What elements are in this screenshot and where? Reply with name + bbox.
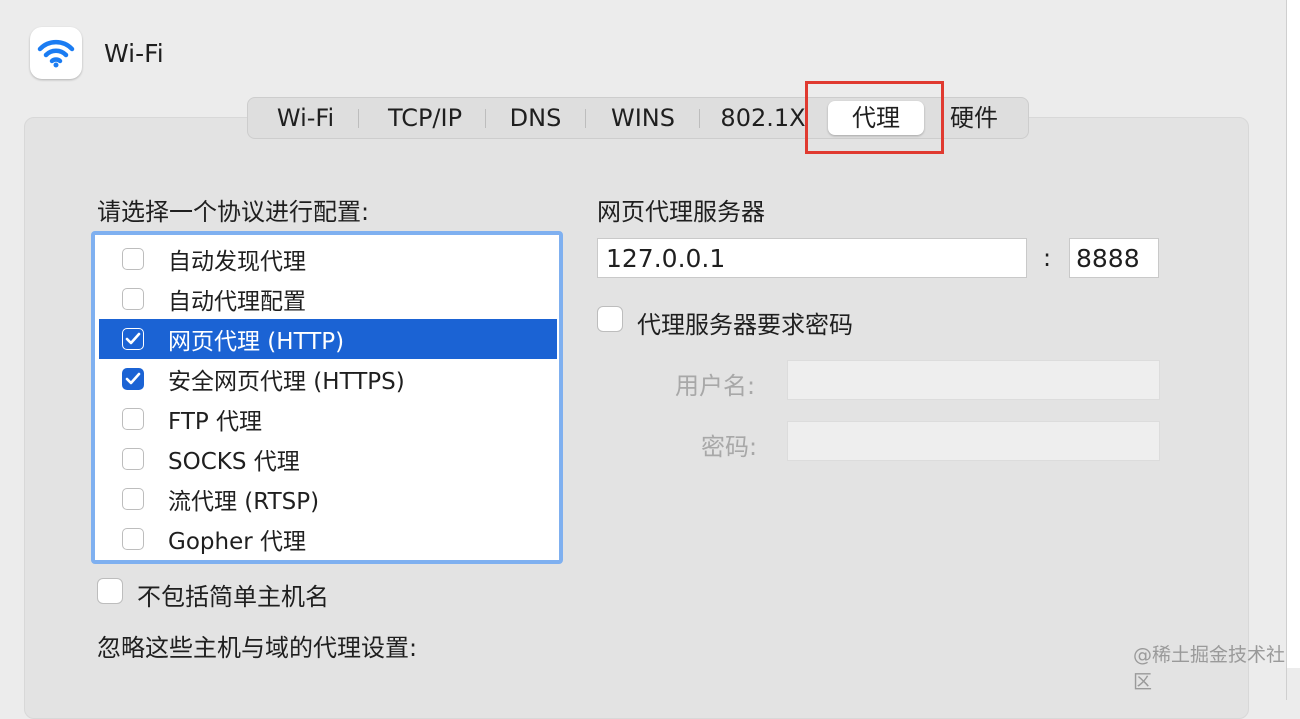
wifi-icon: [30, 27, 82, 79]
require-password-checkbox[interactable]: [597, 306, 623, 332]
checkbox[interactable]: [122, 408, 144, 430]
tab-tcpip[interactable]: TCP/IP: [366, 98, 484, 138]
proxy-host-input[interactable]: [597, 238, 1027, 278]
list-item[interactable]: Gopher 代理: [99, 519, 557, 559]
host-port-separator: :: [1043, 244, 1052, 272]
protocol-list-label: 请选择一个协议进行配置:: [97, 198, 370, 226]
tab-hardware[interactable]: 硬件: [938, 98, 1010, 138]
checkbox-checked[interactable]: [122, 368, 144, 390]
tab-separator: [358, 109, 359, 128]
checkbox[interactable]: [122, 248, 144, 270]
tab-dns[interactable]: DNS: [493, 98, 578, 138]
tab-wifi[interactable]: Wi-Fi: [258, 98, 353, 138]
bypass-hosts-label: 忽略这些主机与域的代理设置:: [97, 634, 418, 662]
list-item[interactable]: 安全网页代理 (HTTPS): [99, 359, 557, 399]
list-item[interactable]: 自动代理配置: [99, 279, 557, 319]
watermark: @稀土掘金技术社区: [1133, 644, 1286, 693]
password-input[interactable]: [787, 421, 1160, 461]
list-item-label: Gopher 代理: [168, 529, 306, 555]
checkbox[interactable]: [122, 448, 144, 470]
username-input[interactable]: [787, 360, 1160, 400]
list-item-label: 自动代理配置: [168, 289, 306, 315]
list-item[interactable]: SOCKS 代理: [99, 439, 557, 479]
list-item[interactable]: FTP 代理: [99, 399, 557, 439]
proxy-server-label: 网页代理服务器: [597, 198, 765, 226]
list-item-label: 安全网页代理 (HTTPS): [168, 369, 405, 395]
list-item[interactable]: 自动发现代理: [99, 239, 557, 279]
list-item[interactable]: 流代理 (RTSP): [99, 479, 557, 519]
checkmark-icon: [125, 332, 141, 345]
password-label: 密码:: [701, 433, 758, 461]
annotation-highlight-box: [805, 81, 944, 154]
list-item-selected[interactable]: 网页代理 (HTTP): [99, 319, 557, 359]
tab-separator: [699, 109, 700, 128]
list-item-label: 流代理 (RTSP): [168, 489, 320, 515]
list-item-label: FTP 代理: [168, 409, 263, 435]
require-password-label: 代理服务器要求密码: [637, 311, 853, 339]
checkbox[interactable]: [122, 528, 144, 550]
list-item-label: SOCKS 代理: [168, 449, 300, 475]
list-item-label: 自动发现代理: [168, 249, 306, 275]
proxy-port-input[interactable]: [1069, 238, 1159, 278]
tab-wins[interactable]: WINS: [593, 98, 693, 138]
tab-separator: [585, 109, 586, 128]
tab-8021x[interactable]: 802.1X: [710, 98, 816, 138]
exclude-simple-hostnames-checkbox[interactable]: [97, 578, 123, 604]
checkmark-icon: [125, 372, 141, 385]
checkbox-checked[interactable]: [122, 328, 144, 350]
username-label: 用户名:: [675, 372, 756, 400]
list-item-label: 网页代理 (HTTP): [168, 329, 345, 355]
exclude-simple-hostnames-label: 不包括简单主机名: [137, 583, 329, 611]
checkbox[interactable]: [122, 288, 144, 310]
protocol-list[interactable]: 自动发现代理 自动代理配置 网页代理 (HTTP) 安全网页代理 (HTTPS)…: [91, 231, 563, 564]
checkbox[interactable]: [122, 488, 144, 510]
window-title: Wi-Fi: [104, 39, 164, 68]
tab-separator: [485, 109, 486, 128]
window-edge: [1287, 0, 1300, 668]
